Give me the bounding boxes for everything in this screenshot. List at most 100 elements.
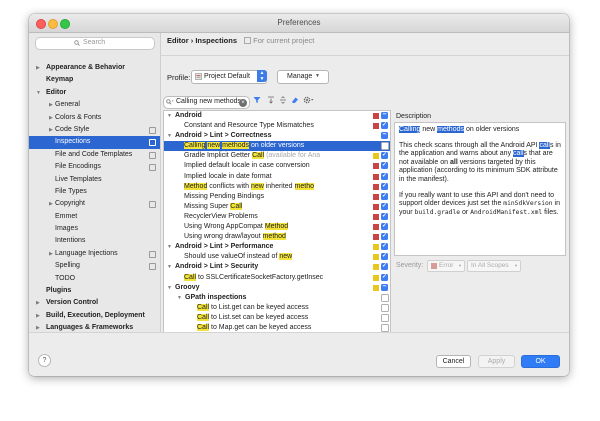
enable-checkbox[interactable]	[381, 323, 389, 332]
sidebar-item[interactable]: ▼ Editor	[29, 87, 160, 99]
collapsed-arrow-icon[interactable]: ▶	[36, 62, 40, 74]
severity-select[interactable]: Error ▼	[427, 260, 465, 272]
expand-all-icon[interactable]	[265, 96, 277, 107]
title-bar[interactable]: Preferences	[29, 14, 569, 33]
sidebar-item[interactable]: ▶ Copyright	[29, 198, 160, 210]
inspection-row[interactable]: Gradle Implicit Getter Call (available f…	[164, 151, 390, 161]
expanded-arrow-icon[interactable]: ▼	[36, 87, 41, 99]
enable-checkbox[interactable]: ✓	[381, 152, 388, 160]
inspection-row[interactable]: ▼ Android > Lint > Correctness –	[164, 131, 390, 141]
enable-checkbox[interactable]: ✓	[381, 192, 388, 200]
inspection-row[interactable]: RecyclerView Problems ✓	[164, 212, 390, 222]
expanded-arrow-icon[interactable]: ▼	[167, 111, 172, 121]
sidebar-item[interactable]: ▶ Code Style	[29, 124, 160, 136]
filter-funnel-icon[interactable]	[251, 96, 263, 107]
sidebar-item[interactable]: ▶ Appearance & Behavior	[29, 62, 160, 74]
inspection-row[interactable]: Method conflicts with new inherited meth…	[164, 182, 390, 192]
collapsed-arrow-icon[interactable]: ▶	[36, 310, 40, 322]
clear-filter-icon[interactable]: ×	[239, 98, 247, 107]
inspection-row[interactable]: ▼ Android > Lint > Security ✓	[164, 262, 390, 272]
collapsed-arrow-icon[interactable]: ▶	[49, 112, 53, 124]
sidebar-item[interactable]: Live Templates	[29, 174, 160, 186]
sidebar-item[interactable]: ▶ Build, Execution, Deployment	[29, 310, 160, 322]
collapsed-arrow-icon[interactable]: ▶	[49, 248, 53, 260]
collapse-all-icon[interactable]	[277, 96, 289, 107]
inspection-row[interactable]: ▼ Android –	[164, 111, 390, 121]
inspection-row[interactable]: Using Wrong AppCompat Method ✓	[164, 222, 390, 232]
cancel-button[interactable]: Cancel	[436, 355, 471, 368]
inspection-row[interactable]: ▼ GPath inspections	[164, 293, 390, 303]
expanded-arrow-icon[interactable]: ▼	[167, 131, 172, 141]
collapsed-arrow-icon[interactable]: ▶	[49, 99, 53, 111]
collapsed-arrow-icon[interactable]: ▶	[49, 198, 53, 210]
sidebar-item[interactable]: ▶ Colors & Fonts	[29, 112, 160, 124]
description-pane[interactable]: Calling new methods on older versions Th…	[394, 122, 566, 256]
inspection-filter-input[interactable]: Calling new methods ×	[163, 96, 250, 109]
sidebar-item[interactable]: TODO	[29, 273, 160, 285]
severity-warning-icon	[373, 264, 379, 271]
inspection-row[interactable]: Constant and Resource Type Mismatches ✓	[164, 121, 390, 131]
inspection-row[interactable]: Should use valueOf instead of new ✓	[164, 252, 390, 262]
expanded-arrow-icon[interactable]: ▼	[167, 262, 172, 272]
sidebar-item[interactable]: Inspections	[29, 136, 160, 149]
expanded-arrow-icon[interactable]: ▼	[167, 242, 172, 252]
enable-checkbox[interactable]: ✓	[381, 243, 388, 251]
inspection-row[interactable]: Using wrong draw/layout method ✓	[164, 232, 390, 242]
help-button[interactable]: ?	[38, 354, 51, 367]
expanded-arrow-icon[interactable]: ▼	[167, 283, 172, 293]
enable-checkbox[interactable]: ✓	[381, 202, 388, 210]
settings-gear-icon[interactable]	[301, 96, 315, 107]
sidebar-item[interactable]: Intentions	[29, 235, 160, 247]
enable-checkbox[interactable]: ✓	[381, 182, 388, 190]
enable-checkbox[interactable]	[381, 142, 389, 151]
sidebar-item[interactable]: ▶ General	[29, 99, 160, 111]
sidebar-item[interactable]: ▶ Version Control	[29, 297, 160, 309]
sidebar-item[interactable]: File Encodings	[29, 161, 160, 173]
enable-checkbox[interactable]: ✓	[381, 162, 388, 170]
expanded-arrow-icon[interactable]: ▼	[177, 293, 182, 303]
enable-checkbox[interactable]: –	[381, 283, 388, 291]
reset-eraser-icon[interactable]	[289, 96, 301, 107]
enable-checkbox[interactable]	[381, 293, 389, 302]
enable-checkbox[interactable]	[381, 313, 389, 322]
apply-button[interactable]: Apply	[478, 355, 515, 368]
enable-checkbox[interactable]: –	[381, 131, 388, 140]
inspection-row[interactable]: ▼ Groovy –	[164, 283, 390, 293]
inspection-row[interactable]: Missing Pending Bindings ✓	[164, 192, 390, 202]
enable-checkbox[interactable]: ✓	[381, 233, 388, 241]
profile-select[interactable]: Project Default ▲ ▼	[191, 70, 267, 84]
sidebar-item[interactable]: ▶ Language Injections	[29, 248, 160, 260]
settings-search-input[interactable]: Search	[35, 37, 155, 50]
scope-select[interactable]: In All Scopes ▼	[467, 260, 521, 272]
sidebar-item[interactable]: Emmet	[29, 211, 160, 223]
collapsed-arrow-icon[interactable]: ▶	[36, 297, 40, 309]
sidebar-item[interactable]: File Types	[29, 186, 160, 198]
enable-checkbox[interactable]: ✓	[381, 212, 388, 220]
enable-checkbox[interactable]: –	[381, 111, 388, 119]
enable-checkbox[interactable]: ✓	[381, 253, 388, 261]
enable-checkbox[interactable]: ✓	[381, 223, 388, 231]
sidebar-item[interactable]: Spelling	[29, 260, 160, 272]
enable-checkbox[interactable]: ✓	[381, 172, 388, 180]
inspection-row[interactable]: Missing Super Call ✓	[164, 202, 390, 212]
inspection-row[interactable]: ▼ Android > Lint > Performance ✓	[164, 242, 390, 252]
inspection-row[interactable]: Call to SSLCertificateSocketFactory.getI…	[164, 273, 390, 283]
enable-checkbox[interactable]: ✓	[381, 122, 388, 130]
sidebar-item[interactable]: Images	[29, 223, 160, 235]
enable-checkbox[interactable]: ✓	[381, 273, 388, 281]
manage-button[interactable]: Manage ▼	[277, 70, 329, 84]
enable-checkbox[interactable]: ✓	[381, 263, 388, 271]
inspection-row[interactable]: Call to List.get can be keyed access	[164, 303, 390, 313]
inspection-row[interactable]: Call to List.set can be keyed access	[164, 313, 390, 323]
collapsed-arrow-icon[interactable]: ▶	[49, 124, 53, 136]
enable-checkbox[interactable]	[381, 303, 389, 312]
window-title: Preferences	[277, 18, 321, 27]
inspection-row[interactable]: Implied default locale in case conversio…	[164, 161, 390, 171]
sidebar-item[interactable]: Keymap	[29, 74, 160, 86]
inspection-tree[interactable]: ▼ Android – Constant and Resource Type Mism…	[163, 110, 391, 334]
inspection-row[interactable]: Calling new methods on older versions	[164, 141, 390, 152]
inspection-row[interactable]: Implied locale in date format ✓	[164, 172, 390, 182]
sidebar-item[interactable]: File and Code Templates	[29, 149, 160, 161]
ok-button[interactable]: OK	[521, 355, 560, 368]
sidebar-item[interactable]: Plugins	[29, 285, 160, 297]
